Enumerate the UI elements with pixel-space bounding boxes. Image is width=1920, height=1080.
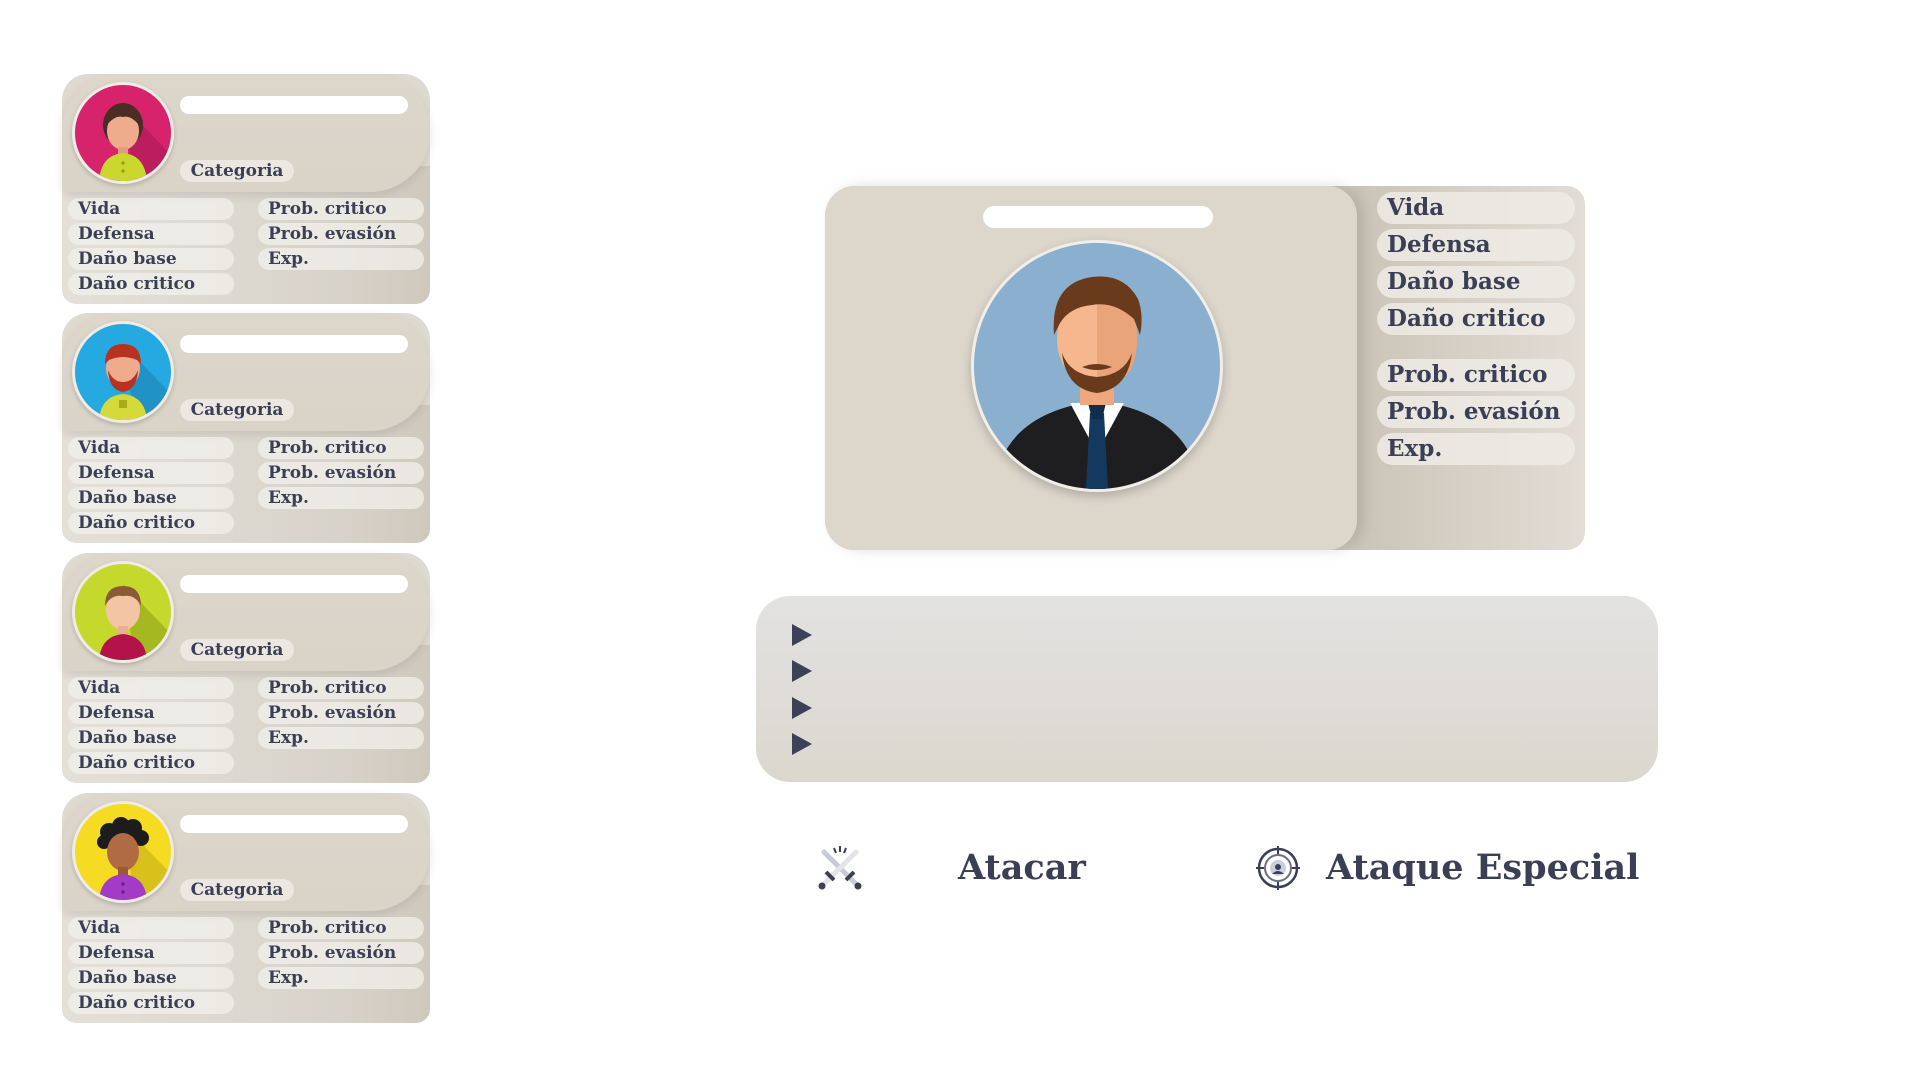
stat-exp: Exp. bbox=[258, 487, 424, 509]
stat-defensa: Defensa bbox=[68, 223, 234, 245]
character-name-bar bbox=[180, 96, 408, 114]
character-name-bar bbox=[180, 575, 408, 593]
main-stat-exp: Exp. bbox=[1377, 433, 1575, 465]
special-attack-label: Ataque Especial bbox=[1326, 847, 1640, 888]
stat-exp: Exp. bbox=[258, 248, 424, 270]
main-stat-prob-critico: Prob. critico bbox=[1377, 359, 1575, 391]
stat-prob-critico: Prob. critico bbox=[258, 917, 424, 939]
bearded-man-avatar-icon bbox=[72, 321, 174, 423]
stat-defensa: Defensa bbox=[68, 702, 234, 724]
stat-dano-base: Daño base bbox=[68, 727, 234, 749]
main-stat-defensa: Defensa bbox=[1377, 229, 1575, 261]
main-stat-vida: Vida bbox=[1377, 192, 1575, 224]
stat-vida: Vida bbox=[68, 677, 234, 699]
stat-dano-critico: Daño critico bbox=[68, 992, 234, 1014]
play-arrow-icon bbox=[792, 660, 812, 682]
character-name-bar bbox=[180, 335, 408, 353]
party-card[interactable]: Categoria Vida Defensa Daño base Daño cr… bbox=[62, 793, 430, 1023]
party-card[interactable]: Categoria Vida Defensa Daño base Daño cr… bbox=[62, 74, 430, 304]
curly-hair-avatar-icon bbox=[72, 801, 174, 903]
stat-dano-base: Daño base bbox=[68, 487, 234, 509]
stat-vida: Vida bbox=[68, 437, 234, 459]
main-stat-dano-critico: Daño critico bbox=[1377, 303, 1575, 335]
stat-dano-critico: Daño critico bbox=[68, 752, 234, 774]
stat-dano-base: Daño base bbox=[68, 248, 234, 270]
stat-dano-base: Daño base bbox=[68, 967, 234, 989]
stat-exp: Exp. bbox=[258, 727, 424, 749]
stat-prob-evasion: Prob. evasión bbox=[258, 942, 424, 964]
special-attack-button[interactable]: Ataque Especial bbox=[1254, 840, 1639, 896]
stat-dano-critico: Daño critico bbox=[68, 273, 234, 295]
main-stat-prob-evasion: Prob. evasión bbox=[1377, 396, 1575, 428]
category-badge: Categoria bbox=[180, 160, 294, 182]
businessman-avatar-icon bbox=[971, 240, 1223, 492]
play-arrow-icon bbox=[792, 733, 812, 755]
category-badge: Categoria bbox=[180, 399, 294, 421]
attack-button[interactable]: Atacar bbox=[816, 840, 1086, 896]
stat-prob-critico: Prob. critico bbox=[258, 198, 424, 220]
target-icon bbox=[1254, 844, 1302, 892]
character-name-bar bbox=[180, 815, 408, 833]
stat-exp: Exp. bbox=[258, 967, 424, 989]
attack-label: Atacar bbox=[958, 847, 1086, 888]
party-card[interactable]: Categoria Vida Defensa Daño base Daño cr… bbox=[62, 313, 430, 543]
stat-vida: Vida bbox=[68, 917, 234, 939]
play-arrow-icon bbox=[792, 624, 812, 646]
party-card[interactable]: Categoria Vida Defensa Daño base Daño cr… bbox=[62, 553, 430, 783]
stat-prob-evasion: Prob. evasión bbox=[258, 223, 424, 245]
stat-defensa: Defensa bbox=[68, 462, 234, 484]
main-stat-dano-base: Daño base bbox=[1377, 266, 1575, 298]
log-line bbox=[792, 620, 1612, 650]
stat-prob-evasion: Prob. evasión bbox=[258, 702, 424, 724]
category-badge: Categoria bbox=[180, 639, 294, 661]
main-character-card bbox=[825, 186, 1357, 550]
stat-prob-critico: Prob. critico bbox=[258, 437, 424, 459]
stat-defensa: Defensa bbox=[68, 942, 234, 964]
stat-vida: Vida bbox=[68, 198, 234, 220]
category-badge: Categoria bbox=[180, 879, 294, 901]
boy-avatar-icon bbox=[72, 561, 174, 663]
stat-prob-evasion: Prob. evasión bbox=[258, 462, 424, 484]
battle-log bbox=[756, 596, 1658, 782]
crossed-swords-icon bbox=[816, 844, 864, 892]
stat-prob-critico: Prob. critico bbox=[258, 677, 424, 699]
log-line bbox=[792, 729, 1612, 759]
log-line bbox=[792, 656, 1612, 686]
main-character-name-bar bbox=[983, 206, 1213, 228]
woman-avatar-icon bbox=[72, 82, 174, 184]
log-line bbox=[792, 693, 1612, 723]
main-character-panel: Vida Defensa Daño base Daño critico Prob… bbox=[825, 186, 1585, 550]
stat-dano-critico: Daño critico bbox=[68, 512, 234, 534]
play-arrow-icon bbox=[792, 697, 812, 719]
